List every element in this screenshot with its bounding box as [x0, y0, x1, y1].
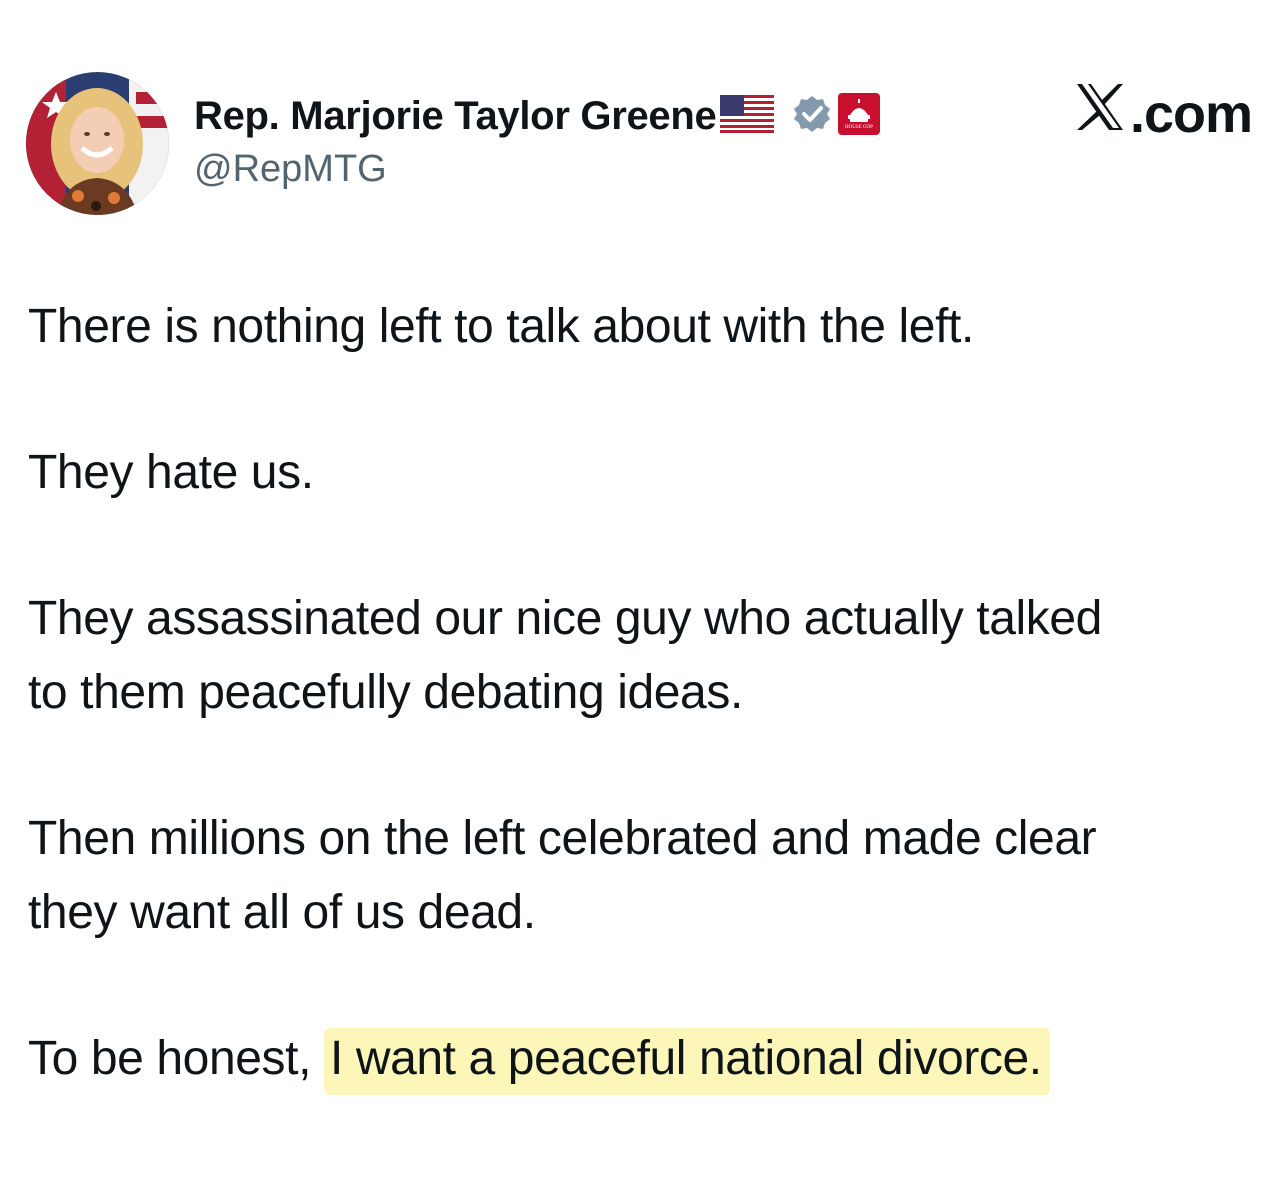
x-logo-icon [1074, 82, 1130, 145]
verified-badge-icon[interactable] [792, 94, 832, 139]
author-names: Rep. Marjorie Taylor Greene HOUSE GOP @R… [194, 86, 881, 191]
tweet-text: There is nothing left to talk about with… [28, 290, 1248, 1168]
tweet-paragraph-1: There is nothing left to talk about with… [28, 300, 974, 353]
display-name[interactable]: Rep. Marjorie Taylor Greene [194, 94, 717, 139]
brand-label: .com [1129, 83, 1253, 144]
avatar[interactable] [26, 72, 169, 215]
us-flag-icon [720, 94, 775, 138]
tweet-paragraph-2: They hate us. [28, 446, 314, 499]
tweet-paragraph-5-prefix: To be honest, [28, 1032, 324, 1085]
highlighted-text: I want a peaceful national divorce. [323, 1028, 1050, 1095]
tweet-paragraph-5: To be honest, I want a peaceful national… [28, 1022, 1248, 1096]
handle[interactable]: @RepMTG [194, 148, 880, 191]
tweet-header: Rep. Marjorie Taylor Greene HOUSE GOP @R… [26, 72, 1256, 217]
name-row: Rep. Marjorie Taylor Greene HOUSE GOP [194, 86, 881, 146]
avatar-image [26, 72, 169, 215]
tweet-paragraph-4: Then millions on the left celebrated and… [28, 812, 1097, 939]
brand: .com [1074, 82, 1253, 145]
house-gop-badge-icon[interactable]: HOUSE GOP [838, 92, 881, 140]
svg-text:HOUSE GOP: HOUSE GOP [845, 125, 873, 130]
tweet-paragraph-3: They assassinated our nice guy who actua… [28, 592, 1102, 719]
